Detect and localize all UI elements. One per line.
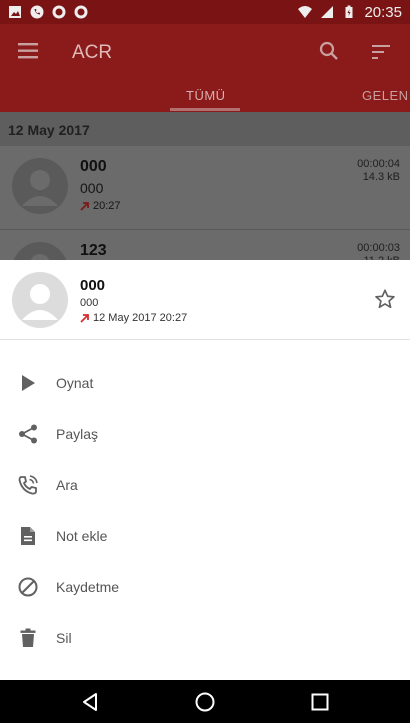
contact-name: 000 — [80, 277, 106, 294]
record-notification-icon-2 — [74, 5, 88, 19]
action-label: Not ekle — [56, 527, 108, 544]
wifi-icon — [298, 6, 313, 18]
sheet-header: 000 000 12 May 2017 20:27 — [0, 260, 410, 340]
action-label: Paylaş — [56, 425, 99, 442]
call-datetime-text: 12 May 2017 20:27 — [93, 312, 188, 324]
sort-icon[interactable] — [370, 42, 392, 62]
contact-name: 000 — [80, 158, 107, 175]
record-notification-icon — [52, 5, 66, 19]
status-bar: 20:35 — [0, 0, 410, 24]
menu-icon[interactable] — [18, 42, 40, 60]
contact-number: 000 — [80, 180, 104, 196]
avatar — [12, 272, 68, 328]
home-icon[interactable] — [194, 691, 216, 713]
star-icon[interactable] — [374, 288, 396, 310]
tab-indicator — [170, 108, 240, 111]
avatar — [12, 158, 68, 214]
tab-all[interactable]: TÜMÜ — [186, 88, 226, 103]
person-icon — [22, 170, 58, 206]
file-size: 14.3 kB — [362, 171, 400, 183]
share-action[interactable]: Paylaş — [0, 408, 410, 459]
duration: 00:00:03 — [357, 242, 400, 254]
person-icon — [22, 284, 58, 320]
action-list: Oynat Paylaş Ara Not ekle Kaydetme Sil — [0, 340, 410, 663]
search-icon[interactable] — [318, 40, 340, 62]
gallery-notification-icon — [9, 6, 21, 18]
phone-notification-icon — [30, 5, 44, 19]
call-time-text: 20:27 — [93, 200, 121, 212]
trash-icon — [20, 628, 36, 647]
phone-icon — [18, 474, 38, 494]
delete-action[interactable]: Sil — [0, 612, 410, 663]
contact-number: 000 — [80, 297, 99, 309]
back-icon[interactable] — [79, 691, 101, 713]
duration: 00:00:04 — [357, 158, 400, 170]
note-icon — [21, 526, 35, 545]
do-not-record-action[interactable]: Kaydetme — [0, 561, 410, 612]
navigation-bar — [0, 680, 410, 723]
tab-incoming[interactable]: GELEN — [362, 88, 409, 103]
outgoing-call-icon — [80, 314, 89, 323]
action-label: Sil — [56, 629, 72, 646]
recordings-list: 12 May 2017 000 000 20:27 00:00:04 14.3 … — [0, 112, 410, 314]
play-action[interactable]: Oynat — [0, 357, 410, 408]
action-label: Kaydetme — [56, 578, 120, 595]
add-note-action[interactable]: Not ekle — [0, 510, 410, 561]
date-header: 12 May 2017 — [0, 112, 410, 146]
action-bottom-sheet: 000 000 12 May 2017 20:27 Oynat Paylaş A… — [0, 260, 410, 680]
block-icon — [18, 577, 38, 596]
contact-name: 123 — [80, 242, 107, 259]
app-title: ACR — [72, 42, 113, 63]
clock: 20:35 — [364, 3, 402, 21]
list-item[interactable]: 000 000 20:27 00:00:04 14.3 kB — [0, 146, 410, 230]
call-action[interactable]: Ara — [0, 459, 410, 510]
call-datetime: 12 May 2017 20:27 — [80, 312, 187, 324]
signal-icon — [321, 6, 334, 18]
action-label: Oynat — [56, 374, 94, 391]
call-time: 20:27 — [80, 200, 121, 212]
recents-icon[interactable] — [309, 691, 331, 713]
outgoing-call-icon — [80, 202, 89, 211]
play-icon — [22, 374, 35, 391]
share-icon — [19, 424, 37, 443]
app-bar: ACR TÜMÜ GELEN — [0, 24, 410, 112]
battery-icon — [345, 5, 353, 18]
action-label: Ara — [56, 476, 78, 493]
